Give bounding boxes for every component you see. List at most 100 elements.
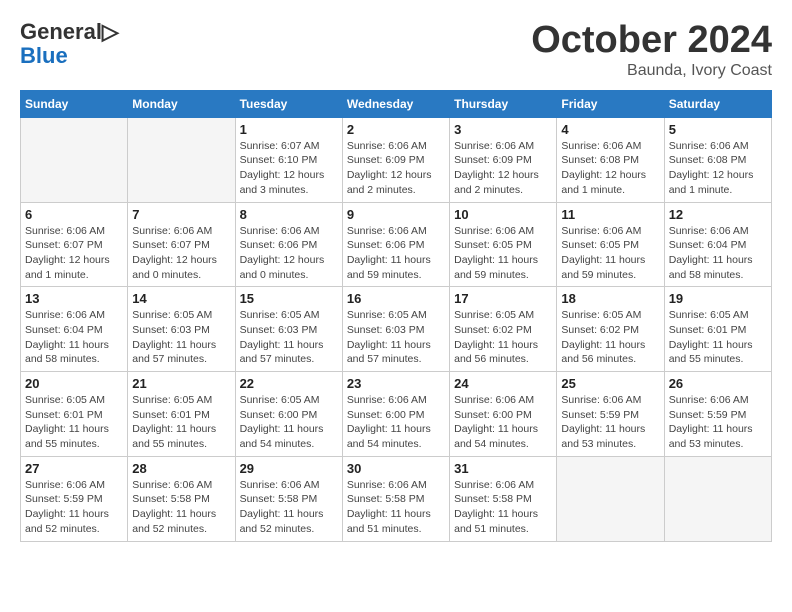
calendar-day-cell: 30 Sunrise: 6:06 AMSunset: 5:58 PMDayligh… [342, 456, 449, 541]
day-info: Sunrise: 6:06 AMSunset: 6:08 PMDaylight:… [561, 139, 659, 198]
calendar-day-cell: 31 Sunrise: 6:06 AMSunset: 5:58 PMDayligh… [450, 456, 557, 541]
day-info: Sunrise: 6:06 AMSunset: 5:59 PMDaylight:… [561, 393, 659, 452]
day-number: 3 [454, 122, 552, 137]
calendar-table: SundayMondayTuesdayWednesdayThursdayFrid… [20, 90, 772, 542]
month-title: October 2024 [531, 20, 772, 62]
calendar-day-cell [21, 117, 128, 202]
day-info: Sunrise: 6:06 AMSunset: 6:07 PMDaylight:… [25, 224, 123, 283]
day-number: 23 [347, 376, 445, 391]
day-info: Sunrise: 6:06 AMSunset: 5:58 PMDaylight:… [454, 478, 552, 537]
day-number: 22 [240, 376, 338, 391]
day-info: Sunrise: 6:05 AMSunset: 6:01 PMDaylight:… [25, 393, 123, 452]
calendar-week-row: 6 Sunrise: 6:06 AMSunset: 6:07 PMDaylight… [21, 202, 772, 287]
calendar-day-cell: 23 Sunrise: 6:06 AMSunset: 6:00 PMDayligh… [342, 372, 449, 457]
logo: General▷ Blue [20, 20, 119, 68]
calendar-day-cell: 18 Sunrise: 6:05 AMSunset: 6:02 PMDayligh… [557, 287, 664, 372]
day-number: 27 [25, 461, 123, 476]
day-number: 6 [25, 207, 123, 222]
calendar-day-cell: 19Sunrise: 6:05 AMSunset: 6:01 PMDayligh… [664, 287, 771, 372]
day-info: Sunrise: 6:06 AMSunset: 5:58 PMDaylight:… [347, 478, 445, 537]
day-info: Sunrise: 6:06 AMSunset: 5:58 PMDaylight:… [240, 478, 338, 537]
day-info: Sunrise: 6:06 AMSunset: 5:59 PMDaylight:… [669, 393, 767, 452]
calendar-day-cell: 3 Sunrise: 6:06 AMSunset: 6:09 PMDaylight… [450, 117, 557, 202]
calendar-day-cell: 20Sunrise: 6:05 AMSunset: 6:01 PMDayligh… [21, 372, 128, 457]
day-info: Sunrise: 6:06 AMSunset: 6:00 PMDaylight:… [347, 393, 445, 452]
day-info: Sunrise: 6:06 AMSunset: 6:06 PMDaylight:… [347, 224, 445, 283]
day-number: 30 [347, 461, 445, 476]
day-info: Sunrise: 6:06 AMSunset: 6:05 PMDaylight:… [454, 224, 552, 283]
calendar-day-cell: 14 Sunrise: 6:05 AMSunset: 6:03 PMDayligh… [128, 287, 235, 372]
day-info: Sunrise: 6:06 AMSunset: 5:59 PMDaylight:… [25, 478, 123, 537]
day-info: Sunrise: 6:06 AMSunset: 6:04 PMDaylight:… [25, 308, 123, 367]
day-info: Sunrise: 6:06 AMSunset: 6:04 PMDaylight:… [669, 224, 767, 283]
day-info: Sunrise: 6:06 AMSunset: 6:06 PMDaylight:… [240, 224, 338, 283]
day-number: 2 [347, 122, 445, 137]
calendar-day-cell: 17 Sunrise: 6:05 AMSunset: 6:02 PMDayligh… [450, 287, 557, 372]
day-info: Sunrise: 6:07 AMSunset: 6:10 PMDaylight:… [240, 139, 338, 198]
day-number: 17 [454, 291, 552, 306]
calendar-day-cell: 11 Sunrise: 6:06 AMSunset: 6:05 PMDayligh… [557, 202, 664, 287]
day-number: 1 [240, 122, 338, 137]
day-info: Sunrise: 6:05 AMSunset: 6:03 PMDaylight:… [347, 308, 445, 367]
day-info: Sunrise: 6:05 AMSunset: 6:02 PMDaylight:… [454, 308, 552, 367]
day-number: 31 [454, 461, 552, 476]
calendar-week-row: 1 Sunrise: 6:07 AMSunset: 6:10 PMDaylight… [21, 117, 772, 202]
calendar-day-cell: 21 Sunrise: 6:05 AMSunset: 6:01 PMDayligh… [128, 372, 235, 457]
day-number: 25 [561, 376, 659, 391]
day-info: Sunrise: 6:05 AMSunset: 6:01 PMDaylight:… [669, 308, 767, 367]
logo-general: General▷ [20, 20, 119, 44]
calendar-day-cell: 8Sunrise: 6:06 AMSunset: 6:06 PMDaylight… [235, 202, 342, 287]
weekday-header: Tuesday [235, 90, 342, 117]
day-number: 13 [25, 291, 123, 306]
day-number: 9 [347, 207, 445, 222]
day-info: Sunrise: 6:06 AMSunset: 6:07 PMDaylight:… [132, 224, 230, 283]
day-number: 24 [454, 376, 552, 391]
day-info: Sunrise: 6:06 AMSunset: 6:09 PMDaylight:… [347, 139, 445, 198]
day-info: Sunrise: 6:05 AMSunset: 6:03 PMDaylight:… [132, 308, 230, 367]
day-number: 15 [240, 291, 338, 306]
day-number: 26 [669, 376, 767, 391]
calendar-day-cell: 7 Sunrise: 6:06 AMSunset: 6:07 PMDaylight… [128, 202, 235, 287]
day-number: 11 [561, 207, 659, 222]
calendar-day-cell [128, 117, 235, 202]
day-info: Sunrise: 6:06 AMSunset: 5:58 PMDaylight:… [132, 478, 230, 537]
day-number: 29 [240, 461, 338, 476]
calendar-day-cell: 28 Sunrise: 6:06 AMSunset: 5:58 PMDayligh… [128, 456, 235, 541]
calendar-day-cell: 10 Sunrise: 6:06 AMSunset: 6:05 PMDayligh… [450, 202, 557, 287]
day-info: Sunrise: 6:05 AMSunset: 6:03 PMDaylight:… [240, 308, 338, 367]
calendar-day-cell [664, 456, 771, 541]
calendar-day-cell: 2 Sunrise: 6:06 AMSunset: 6:09 PMDaylight… [342, 117, 449, 202]
calendar-day-cell: 25 Sunrise: 6:06 AMSunset: 5:59 PMDayligh… [557, 372, 664, 457]
day-info: Sunrise: 6:06 AMSunset: 6:00 PMDaylight:… [454, 393, 552, 452]
calendar-day-cell: 27 Sunrise: 6:06 AMSunset: 5:59 PMDayligh… [21, 456, 128, 541]
calendar-day-cell: 4Sunrise: 6:06 AMSunset: 6:08 PMDaylight… [557, 117, 664, 202]
weekday-header: Friday [557, 90, 664, 117]
page-header: General▷ Blue October 2024 Baunda, Ivory… [20, 20, 772, 80]
weekday-header: Saturday [664, 90, 771, 117]
day-info: Sunrise: 6:06 AMSunset: 6:05 PMDaylight:… [561, 224, 659, 283]
calendar-day-cell: 22Sunrise: 6:05 AMSunset: 6:00 PMDayligh… [235, 372, 342, 457]
title-section: October 2024 Baunda, Ivory Coast [531, 20, 772, 80]
day-number: 28 [132, 461, 230, 476]
weekday-header: Wednesday [342, 90, 449, 117]
calendar-day-cell: 6 Sunrise: 6:06 AMSunset: 6:07 PMDaylight… [21, 202, 128, 287]
calendar-day-cell: 9 Sunrise: 6:06 AMSunset: 6:06 PMDaylight… [342, 202, 449, 287]
calendar-day-cell: 5Sunrise: 6:06 AMSunset: 6:08 PMDaylight… [664, 117, 771, 202]
calendar-day-cell: 13 Sunrise: 6:06 AMSunset: 6:04 PMDayligh… [21, 287, 128, 372]
day-number: 14 [132, 291, 230, 306]
day-number: 16 [347, 291, 445, 306]
day-info: Sunrise: 6:05 AMSunset: 6:01 PMDaylight:… [132, 393, 230, 452]
calendar-day-cell: 24 Sunrise: 6:06 AMSunset: 6:00 PMDayligh… [450, 372, 557, 457]
day-number: 10 [454, 207, 552, 222]
calendar-day-cell: 26 Sunrise: 6:06 AMSunset: 5:59 PMDayligh… [664, 372, 771, 457]
location-subtitle: Baunda, Ivory Coast [531, 62, 772, 80]
calendar-week-row: 13 Sunrise: 6:06 AMSunset: 6:04 PMDayligh… [21, 287, 772, 372]
day-number: 18 [561, 291, 659, 306]
day-number: 21 [132, 376, 230, 391]
calendar-week-row: 20Sunrise: 6:05 AMSunset: 6:01 PMDayligh… [21, 372, 772, 457]
day-number: 7 [132, 207, 230, 222]
day-info: Sunrise: 6:06 AMSunset: 6:09 PMDaylight:… [454, 139, 552, 198]
day-info: Sunrise: 6:05 AMSunset: 6:02 PMDaylight:… [561, 308, 659, 367]
day-info: Sunrise: 6:06 AMSunset: 6:08 PMDaylight:… [669, 139, 767, 198]
calendar-day-cell [557, 456, 664, 541]
